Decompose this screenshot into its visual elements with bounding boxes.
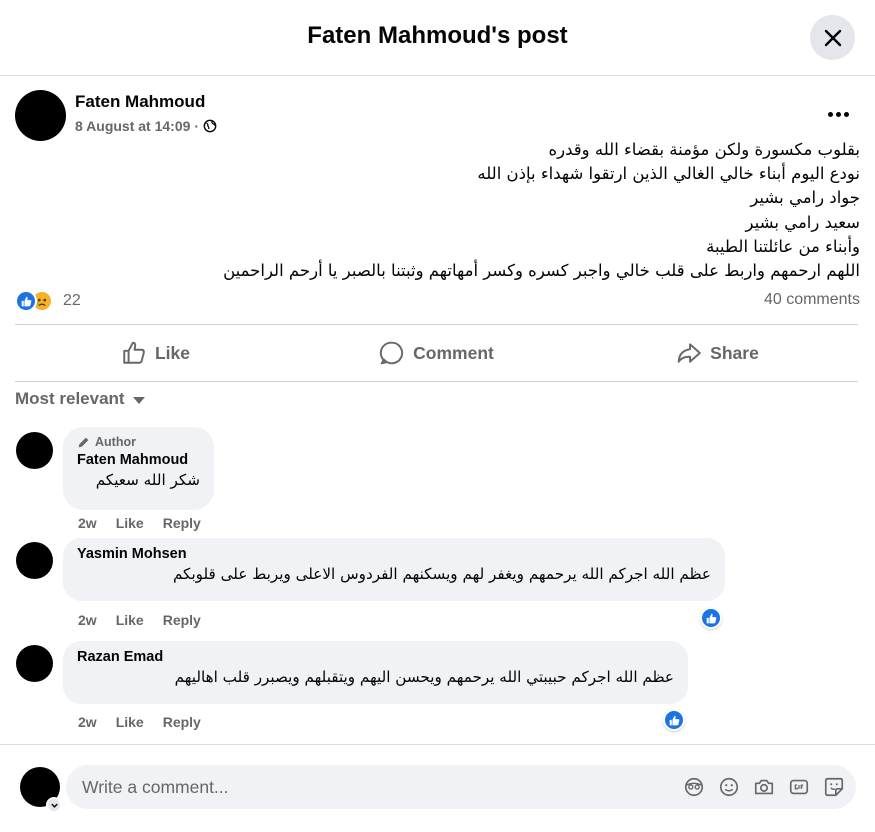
- comment-text: عظم الله اجركم حبيبتي الله يرحمهم ويحسن …: [174, 668, 674, 686]
- camera-icon[interactable]: [752, 775, 776, 799]
- more-dot: [835, 111, 841, 117]
- comment-time[interactable]: 2w: [78, 515, 97, 531]
- author-avatar[interactable]: [15, 90, 66, 141]
- comment-reply-button[interactable]: Reply: [163, 714, 201, 730]
- comment-bubble: Author Faten Mahmoud شكر الله سعيكم: [63, 427, 214, 510]
- avatar-sticker-icon[interactable]: [682, 775, 706, 799]
- post-options-button[interactable]: [818, 100, 858, 128]
- comment-text: عظم الله اجركم الله يرحمهم ويغفر لهم ويس…: [172, 565, 711, 583]
- comments-count-link[interactable]: 40 comments: [764, 291, 860, 309]
- like-label: Like: [154, 342, 191, 363]
- post-timestamp[interactable]: 8 August at 14:09: [75, 118, 190, 134]
- commenter-name[interactable]: Razan Emad: [77, 649, 674, 665]
- post-meta: 8 August at 14:09 ·: [75, 118, 217, 134]
- gif-icon[interactable]: [787, 775, 811, 799]
- comment-icon: [380, 341, 404, 365]
- commenter-name[interactable]: Faten Mahmoud: [77, 452, 200, 468]
- comment-text: شكر الله سعيكم: [95, 471, 200, 489]
- post-line: اللهم ارحمهم واربط على قلب خالي واجبر كس…: [223, 261, 860, 281]
- comment-sort-dropdown[interactable]: Most relevant: [15, 389, 145, 409]
- commenter-avatar[interactable]: [16, 645, 53, 682]
- more-dots-icon: [827, 111, 833, 117]
- close-button[interactable]: [810, 15, 855, 60]
- more-dot: [843, 111, 849, 117]
- reaction-count: 22: [63, 292, 81, 309]
- post-line: سعيد رامي بشير: [745, 212, 860, 232]
- commenter-avatar[interactable]: [16, 432, 53, 469]
- comment-time[interactable]: 2w: [78, 714, 97, 730]
- pencil-icon: [78, 437, 89, 447]
- post-line: وأبناء من عائلتنا الطيبة: [706, 236, 860, 256]
- comment-reply-button[interactable]: Reply: [163, 612, 201, 628]
- globe-icon[interactable]: [203, 119, 217, 133]
- author-badge-label: Author: [95, 435, 136, 449]
- comment-label: Comment: [413, 342, 494, 363]
- post-author-name[interactable]: Faten Mahmoud: [75, 92, 205, 112]
- post-line: بقلوب مكسورة ولكن مؤمنة بقضاء الله وقدره: [548, 140, 860, 159]
- sort-label: Most relevant: [15, 389, 125, 408]
- post-action-bar: Like Comment Share: [15, 324, 858, 382]
- share-icon: [677, 343, 701, 363]
- meta-separator: ·: [194, 118, 200, 134]
- comment-input[interactable]: [82, 765, 662, 809]
- thumbs-up-icon: [123, 341, 145, 364]
- caret-down-icon: [132, 396, 145, 404]
- dialog-header: Faten Mahmoud's post: [0, 0, 875, 76]
- comment-button[interactable]: Comment: [296, 325, 577, 381]
- like-reaction-icon: [15, 290, 37, 312]
- comment-actions: 2w Like Reply: [78, 714, 201, 730]
- comment-like-button[interactable]: Like: [116, 714, 144, 730]
- dialog-title: Faten Mahmoud's post: [307, 22, 568, 49]
- like-button[interactable]: Like: [15, 325, 296, 381]
- share-button[interactable]: Share: [577, 325, 858, 381]
- comment-reply-button[interactable]: Reply: [163, 515, 201, 531]
- sticker-icon[interactable]: [822, 775, 846, 799]
- comment-composer: [0, 744, 875, 832]
- comment-actions: 2w Like Reply: [78, 515, 201, 531]
- chevron-down-icon[interactable]: [46, 797, 62, 813]
- post-line: نودع اليوم أبناء خالي الغالي الذين ارتقو…: [477, 164, 860, 184]
- commenter-avatar[interactable]: [16, 542, 53, 579]
- post-text: بقلوب مكسورة ولكن مؤمنة بقضاء الله وقدره…: [15, 138, 860, 283]
- reactions-summary[interactable]: 22: [15, 290, 81, 312]
- comment-actions: 2w Like Reply: [78, 612, 201, 628]
- share-label: Share: [710, 342, 759, 363]
- comment-like-button[interactable]: Like: [116, 515, 144, 531]
- close-icon: [824, 29, 841, 46]
- comment-like-reaction-icon[interactable]: [663, 709, 685, 731]
- post-line: جواد رامي بشير: [750, 188, 860, 208]
- comment-bubble: Yasmin Mohsen عظم الله اجركم الله يرحمهم…: [63, 538, 725, 601]
- emoji-icon[interactable]: [717, 775, 741, 799]
- commenter-name[interactable]: Yasmin Mohsen: [77, 546, 711, 562]
- comment-input-container: [66, 765, 856, 809]
- comment-like-reaction-icon[interactable]: [700, 607, 722, 629]
- composer-icons: [682, 775, 846, 799]
- comment-bubble: Razan Emad عظم الله اجركم حبيبتي الله ير…: [63, 641, 688, 704]
- comment-like-button[interactable]: Like: [116, 612, 144, 628]
- comment-time[interactable]: 2w: [78, 612, 97, 628]
- author-badge: Author: [77, 435, 200, 449]
